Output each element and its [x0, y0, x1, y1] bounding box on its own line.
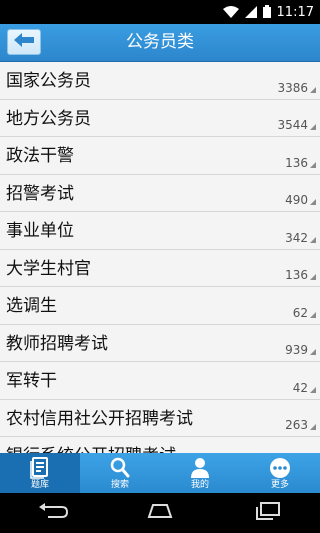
item-name: 政法干警	[6, 146, 74, 166]
status-time: 11:17	[276, 4, 314, 20]
item-count: 136	[285, 268, 308, 282]
corner-arrow-icon	[310, 386, 316, 393]
back-nav-icon	[38, 503, 69, 523]
list-item[interactable]: 军转干 42	[0, 362, 320, 400]
list-item[interactable]: 事业单位 342	[0, 212, 320, 250]
item-name: 地方公务员	[6, 108, 91, 129]
more-icon	[269, 457, 291, 479]
tab-label: 题库	[30, 480, 49, 490]
tab-more[interactable]: 更多	[240, 453, 320, 493]
list-item[interactable]: 政法干警 136	[0, 137, 320, 175]
item-name: 教师招聘考试	[6, 333, 108, 354]
corner-arrow-icon	[310, 311, 316, 318]
search-icon	[109, 457, 131, 479]
list-item[interactable]: 大学生村官 136	[0, 249, 320, 287]
item-count: 342	[285, 230, 308, 245]
back-arrow-icon	[13, 32, 35, 52]
corner-arrow-icon	[310, 124, 316, 130]
item-count: 3544	[277, 118, 308, 132]
item-name: 银行系统公开招聘考试	[6, 441, 176, 453]
wifi-icon	[222, 3, 239, 22]
item-name: 招警考试	[6, 183, 74, 204]
tab-mine[interactable]: 我的	[160, 453, 240, 493]
tab-label: 我的	[190, 480, 209, 490]
category-list[interactable]: 国家公务员 3386 地方公务员 3544 政法干警 136 招警考试 490 …	[0, 62, 320, 453]
item-count: 490	[285, 193, 308, 207]
item-count: 62	[292, 305, 308, 320]
item-count: 939	[285, 343, 308, 357]
recents-nav-icon	[252, 502, 282, 524]
list-item[interactable]: 地方公务员 3544	[0, 99, 320, 137]
question-bank-icon	[29, 457, 51, 479]
page-title: 公务员类	[126, 32, 194, 52]
item-name: 军转干	[6, 371, 57, 391]
item-name: 事业单位	[6, 221, 74, 241]
back-nav-button[interactable]	[28, 498, 78, 528]
item-count: 3386	[277, 80, 308, 95]
status-bar: 11:17	[0, 0, 320, 24]
tab-label: 搜索	[110, 480, 129, 490]
list-item[interactable]: 国家公务员 3386	[0, 62, 320, 100]
home-nav-icon	[145, 503, 175, 523]
corner-arrow-icon	[310, 199, 316, 205]
item-name: 大学生村官	[6, 258, 91, 279]
navigation-bar	[0, 493, 320, 533]
signal-icon	[244, 3, 257, 22]
bottom-tab-bar: 题库 搜索 我的 更多	[0, 453, 320, 493]
tab-search[interactable]: 搜索	[80, 453, 160, 493]
list-item[interactable]: 招警考试 490	[0, 174, 320, 212]
back-button[interactable]	[7, 29, 41, 55]
tab-question-bank[interactable]: 题库	[0, 453, 80, 493]
corner-arrow-icon	[310, 86, 316, 93]
title-bar: 公务员类	[0, 24, 320, 62]
item-count: 263	[285, 418, 308, 432]
list-item[interactable]: 教师招聘考试 939	[0, 324, 320, 362]
corner-arrow-icon	[310, 349, 316, 355]
corner-arrow-icon	[310, 424, 316, 430]
item-name: 选调生	[6, 296, 57, 316]
tab-label: 更多	[270, 480, 289, 490]
app-screen: 11:17 公务员类 国家公务员 3386 地方公务员 3544 政法干警 13…	[0, 0, 320, 533]
item-name: 国家公务员	[6, 71, 91, 91]
corner-arrow-icon	[310, 274, 316, 280]
battery-icon	[262, 3, 271, 22]
user-icon	[189, 457, 211, 479]
corner-arrow-icon	[310, 161, 316, 168]
item-count: 42	[292, 380, 308, 395]
status-icons: 11:17	[222, 0, 314, 24]
recents-nav-button[interactable]	[242, 498, 292, 528]
corner-arrow-icon	[310, 236, 316, 243]
list-item[interactable]: 农村信用社公开招聘考试 263	[0, 399, 320, 437]
list-item[interactable]: 选调生 62	[0, 287, 320, 325]
item-name: 农村信用社公开招聘考试	[6, 408, 193, 429]
home-nav-button[interactable]	[135, 498, 185, 528]
item-count: 136	[285, 155, 308, 170]
list-item[interactable]: 银行系统公开招聘考试	[0, 437, 320, 453]
